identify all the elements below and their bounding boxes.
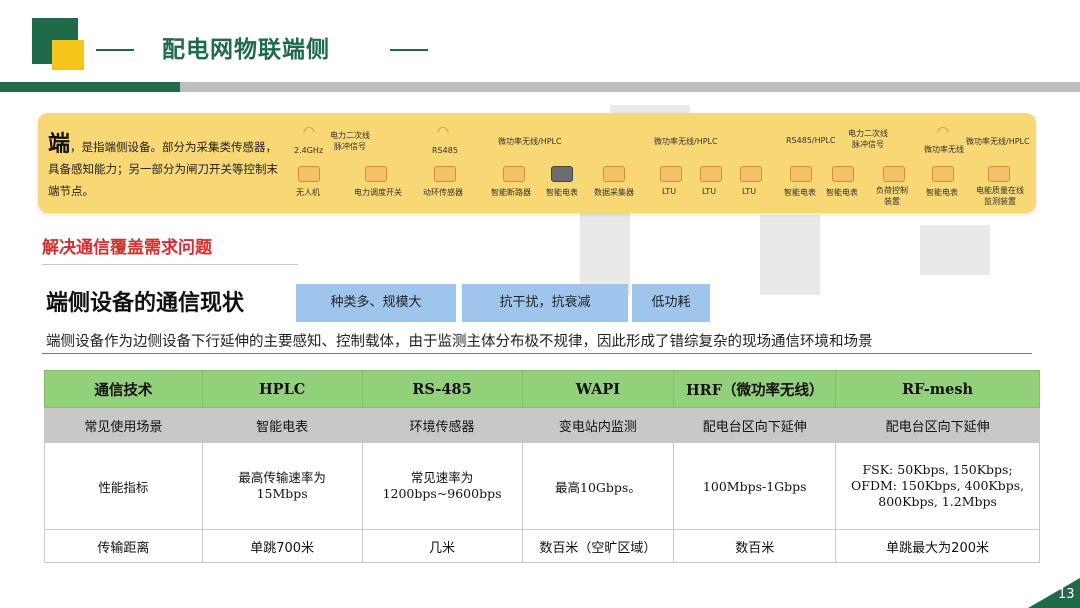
label-smart-breaker: 智能断路器 [491,188,531,197]
description-underline [42,353,1032,354]
label-micropower: 微功率无线 [924,145,964,154]
label-secondary-pulse-1: 电力二次线 脉冲信号 [330,131,370,151]
table-header-cell: HPLC [201,370,363,408]
label-load-control: 负荷控制 装置 [876,186,908,206]
power-quality-monitor-icon [988,166,1010,182]
table-header-cell: RF-mesh [835,370,1040,408]
ltu-icon [700,166,722,182]
label-micropower-hplc-3: 微功率无线/HPLC [966,137,1030,146]
label-ltu: LTU [702,187,717,196]
smart-meter-icon [832,166,854,182]
label-env-sensor: 动环传感器 [423,188,463,197]
tag-low-power: 低功耗 [632,284,710,322]
label-data-collector: 数据采集器 [594,188,634,197]
label-micropower-hplc-1: 微功率无线/HPLC [498,137,562,146]
table-cell: 最高传输速率为 15Mbps [201,442,363,530]
cell-line: FSK: 50Kbps, 150Kbps; [862,462,1013,477]
drone-icon [298,166,320,182]
status-description: 端侧设备作为边侧设备下行延伸的主要感知、控制载体，由于监测主体分布极不规律，因此… [46,334,873,350]
status-heading: 端侧设备的通信现状 [46,291,245,316]
table-cell: 常见速率为 1200bps~9600bps [361,442,523,530]
data-collector-icon [603,166,625,182]
cell-line: 800Kbps, 1.2Mbps [878,494,997,509]
table-header-cell: RS-485 [361,370,523,408]
header-bar-accent [0,82,180,92]
table-cell: 数百米 [673,529,837,563]
table-cell: 传输距离 [44,529,203,563]
header-bar [180,82,1080,92]
section-heading: 解决通信覆盖需求问题 [42,238,212,258]
table-cell: 配电台区向下延伸 [835,407,1040,443]
cell-line: 最高传输速率为 [238,470,326,485]
panel-lead-char: 端 [48,132,71,157]
wireless-signal-icon: ◠ [436,124,450,140]
table-cell: 常见使用场景 [44,407,203,443]
dispatch-switch-icon [365,166,387,182]
panel-intro: 端，是指端侧设备。部分为采集类传感器，具备感知能力；另一部分为闸刀开关等控制末端… [48,134,278,202]
label-2-4ghz: 2.4GHz [294,146,324,155]
cell-line: OFDM: 150Kbps, 400Kbps, [851,478,1025,493]
smart-meter-icon [932,166,954,182]
table-cell: 环境传感器 [361,407,523,443]
label-drone: 无人机 [296,188,320,197]
table-row: 常见使用场景 智能电表 环境传感器 变电站内监测 配电台区向下延伸 配电台区向下… [44,407,1040,443]
heading-underline [42,264,298,265]
load-control-icon [883,166,905,182]
label-power-quality: 电能质量在线 监测装置 [976,186,1024,206]
label-dispatch-switch: 电力调度开关 [354,188,402,197]
table-cell: 最高10Gbps。 [521,442,675,530]
label-ltu: LTU [662,187,677,196]
logo-square-yellow [52,40,84,70]
table-cell: 单跳700米 [201,529,363,563]
wireless-signal-icon: ◠ [302,124,316,140]
page-title: 配电网物联端侧 [162,37,330,63]
table-cell: 变电站内监测 [521,407,675,443]
smart-meter-icon [790,166,812,182]
table-header-row: 通信技术 HPLC RS-485 WAPI HRF（微功率无线） RF-mesh [44,370,1040,408]
table-header-cell: HRF（微功率无线） [673,370,837,408]
page-number: 13 [1058,587,1075,602]
wireless-signal-icon: ◠ [936,124,950,140]
smart-meter-icon [551,166,573,182]
ltu-icon [740,166,762,182]
table-header-cell: 通信技术 [44,370,203,408]
cell-line: 1200bps~9600bps [382,486,502,501]
cell-line: 常见速率为 [410,470,474,485]
smart-breaker-icon [503,166,525,182]
label-rs485-hplc: RS485/HPLC [786,136,836,145]
label-secondary-pulse-2: 电力二次线 脉冲信号 [848,129,888,149]
env-sensor-icon [434,166,456,182]
table-row: 性能指标 最高传输速率为 15Mbps 常见速率为 1200bps~9600bp… [44,442,1040,530]
label-smart-meter: 智能电表 [826,188,858,197]
tag-variety: 种类多、规模大 [296,284,456,322]
table-cell: 性能指标 [44,442,203,530]
table-cell: 智能电表 [201,407,363,443]
label-rs485: RS485 [432,146,458,155]
label-micropower-hplc-2: 微功率无线/HPLC [654,137,718,146]
label-smart-meter: 智能电表 [784,188,816,197]
tag-interference: 抗干扰，抗衰减 [462,284,628,322]
cell-line: 15Mbps [256,486,308,501]
title-line-left [96,49,134,51]
label-smart-meter: 智能电表 [926,188,958,197]
table-cell: 几米 [361,529,523,563]
table-cell: 100Mbps-1Gbps [673,442,837,530]
label-smart-meter: 智能电表 [546,188,578,197]
label-ltu: LTU [742,187,757,196]
table-cell: FSK: 50Kbps, 150Kbps; OFDM: 150Kbps, 400… [835,442,1040,530]
table-cell: 配电台区向下延伸 [673,407,837,443]
table-cell: 单跳最大为200米 [835,529,1040,563]
panel-intro-text: ，是指端侧设备。部分为采集类传感器，具备感知能力；另一部分为闸刀开关等控制末端节… [48,140,278,198]
title-line-right [390,49,428,51]
table-row: 传输距离 单跳700米 几米 数百米（空旷区域） 数百米 单跳最大为200米 [44,529,1040,563]
ltu-icon [660,166,682,182]
table-header-cell: WAPI [521,370,675,408]
table-cell: 数百米（空旷区域） [521,529,675,563]
comm-tech-table: 通信技术 HPLC RS-485 WAPI HRF（微功率无线） RF-mesh… [44,370,1040,563]
